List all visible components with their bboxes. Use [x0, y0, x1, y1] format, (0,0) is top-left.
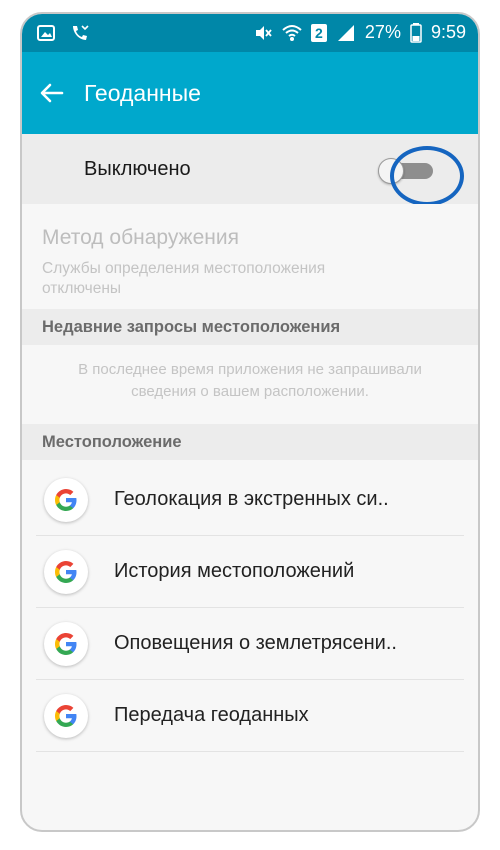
toggle-label: Выключено — [84, 158, 191, 180]
list-item[interactable]: Передача геоданных — [22, 680, 478, 752]
google-icon — [44, 622, 88, 666]
highlight-circle — [390, 146, 464, 206]
google-icon — [44, 550, 88, 594]
status-bar-left — [36, 23, 90, 43]
list-item-label: Передача геоданных — [114, 704, 309, 726]
list-item-label: История местоположений — [114, 560, 355, 582]
battery-percent: 27% — [364, 22, 401, 42]
list-item-label: Оповещения о землетрясени.. — [114, 632, 397, 654]
detection-method-item: Метод обнаружения Службы определения мес… — [22, 204, 478, 309]
location-header: Местоположение — [22, 424, 478, 460]
recent-message-line1: В последнее время приложения не запрашив… — [78, 361, 422, 378]
google-icon — [44, 478, 88, 522]
detection-method-subtitle: Службы определения местоположения отключ… — [42, 260, 326, 297]
detection-method-title: Метод обнаружения — [42, 226, 239, 249]
recent-message-line2: сведения о вашем расположении. — [131, 383, 369, 400]
list-item[interactable]: Оповещения о землетрясени.. — [22, 608, 478, 680]
list-item-label: Геолокация в экстренных си.. — [114, 488, 389, 510]
phone-frame: 2 27% 9:59 Геоданные Выключено Метод обн… — [20, 12, 480, 832]
divider — [36, 751, 464, 752]
battery-icon — [410, 22, 422, 43]
wifi-icon — [282, 24, 302, 41]
list-item[interactable]: Геолокация в экстренных си.. — [22, 464, 478, 536]
signal-icon — [337, 24, 354, 41]
status-bar-right: 2 27% 9:59 — [253, 22, 466, 43]
app-bar: Геоданные — [22, 52, 478, 134]
arrow-left-icon[interactable] — [38, 79, 66, 107]
status-bar: 2 27% 9:59 — [22, 14, 478, 52]
mute-icon — [255, 25, 272, 40]
list-item[interactable]: История местоположений — [22, 536, 478, 608]
sim-icon: 2 — [310, 23, 327, 42]
google-icon — [44, 694, 88, 738]
recent-requests-message: В последнее время приложения не запрашив… — [22, 359, 478, 403]
missed-call-icon — [73, 25, 89, 40]
recent-requests-header: Недавние запросы местоположения — [22, 309, 478, 345]
status-time: 9:59 — [430, 22, 466, 42]
location-services-list: Геолокация в экстренных си.. История мес… — [22, 464, 478, 752]
gallery-icon — [37, 25, 55, 41]
page-title: Геоданные — [84, 80, 201, 106]
